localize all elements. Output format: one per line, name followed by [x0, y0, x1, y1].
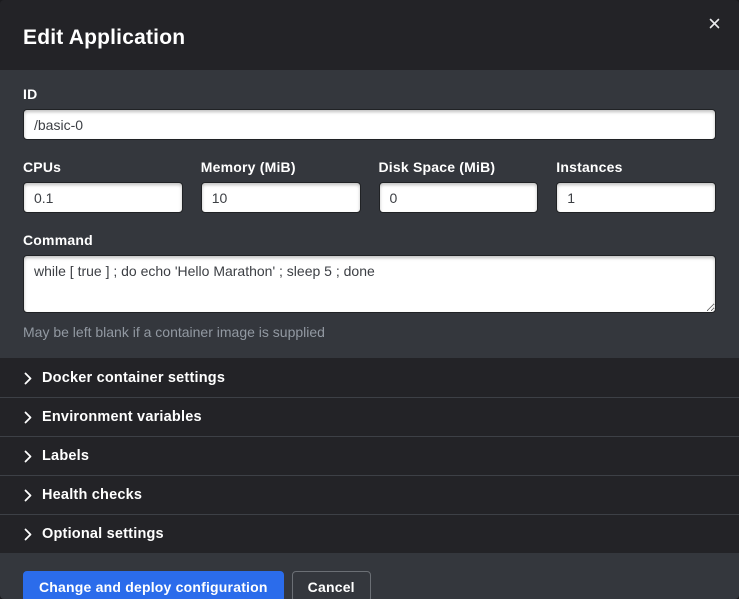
cpus-input[interactable] [23, 182, 183, 213]
chevron-right-icon [23, 489, 33, 502]
chevron-right-icon [23, 450, 33, 463]
modal-header: Edit Application [0, 0, 739, 70]
chevron-right-icon [23, 372, 33, 385]
section-environment-variables[interactable]: Environment variables [0, 397, 739, 436]
id-input[interactable] [23, 109, 716, 140]
memory-label: Memory (MiB) [201, 159, 361, 175]
edit-application-modal: Edit Application ID CPUs Memory (MiB) Di… [0, 0, 739, 599]
accordion-sections: Docker container settings Environment va… [0, 358, 739, 553]
close-icon [709, 18, 720, 29]
section-label: Labels [42, 448, 89, 464]
section-labels[interactable]: Labels [0, 436, 739, 475]
instances-label: Instances [556, 159, 716, 175]
id-label: ID [23, 86, 716, 102]
disk-input[interactable] [379, 182, 539, 213]
chevron-right-icon [23, 528, 33, 541]
section-label: Environment variables [42, 409, 202, 425]
section-label: Optional settings [42, 526, 164, 542]
command-textarea[interactable]: while [ true ] ; do echo 'Hello Marathon… [23, 255, 716, 313]
command-field-group: Command while [ true ] ; do echo 'Hello … [23, 232, 716, 340]
resource-fields-row: CPUs Memory (MiB) Disk Space (MiB) Insta… [23, 159, 716, 213]
command-label: Command [23, 232, 716, 248]
cpus-label: CPUs [23, 159, 183, 175]
modal-footer: Change and deploy configuration Cancel [0, 553, 739, 599]
close-button[interactable] [704, 13, 724, 33]
section-label: Docker container settings [42, 370, 225, 386]
section-optional-settings[interactable]: Optional settings [0, 514, 739, 553]
section-docker-container-settings[interactable]: Docker container settings [0, 358, 739, 397]
section-label: Health checks [42, 487, 142, 503]
section-health-checks[interactable]: Health checks [0, 475, 739, 514]
chevron-right-icon [23, 411, 33, 424]
id-field-group: ID [23, 86, 716, 140]
instances-field-group: Instances [556, 159, 716, 213]
disk-field-group: Disk Space (MiB) [379, 159, 539, 213]
disk-label: Disk Space (MiB) [379, 159, 539, 175]
cancel-button[interactable]: Cancel [292, 571, 371, 599]
memory-input[interactable] [201, 182, 361, 213]
command-help-text: May be left blank if a container image i… [23, 324, 716, 340]
instances-input[interactable] [556, 182, 716, 213]
memory-field-group: Memory (MiB) [201, 159, 361, 213]
change-and-deploy-button[interactable]: Change and deploy configuration [23, 571, 284, 599]
page-title: Edit Application [23, 26, 185, 50]
cpus-field-group: CPUs [23, 159, 183, 213]
form-body: ID CPUs Memory (MiB) Disk Space (MiB) In… [0, 70, 739, 358]
